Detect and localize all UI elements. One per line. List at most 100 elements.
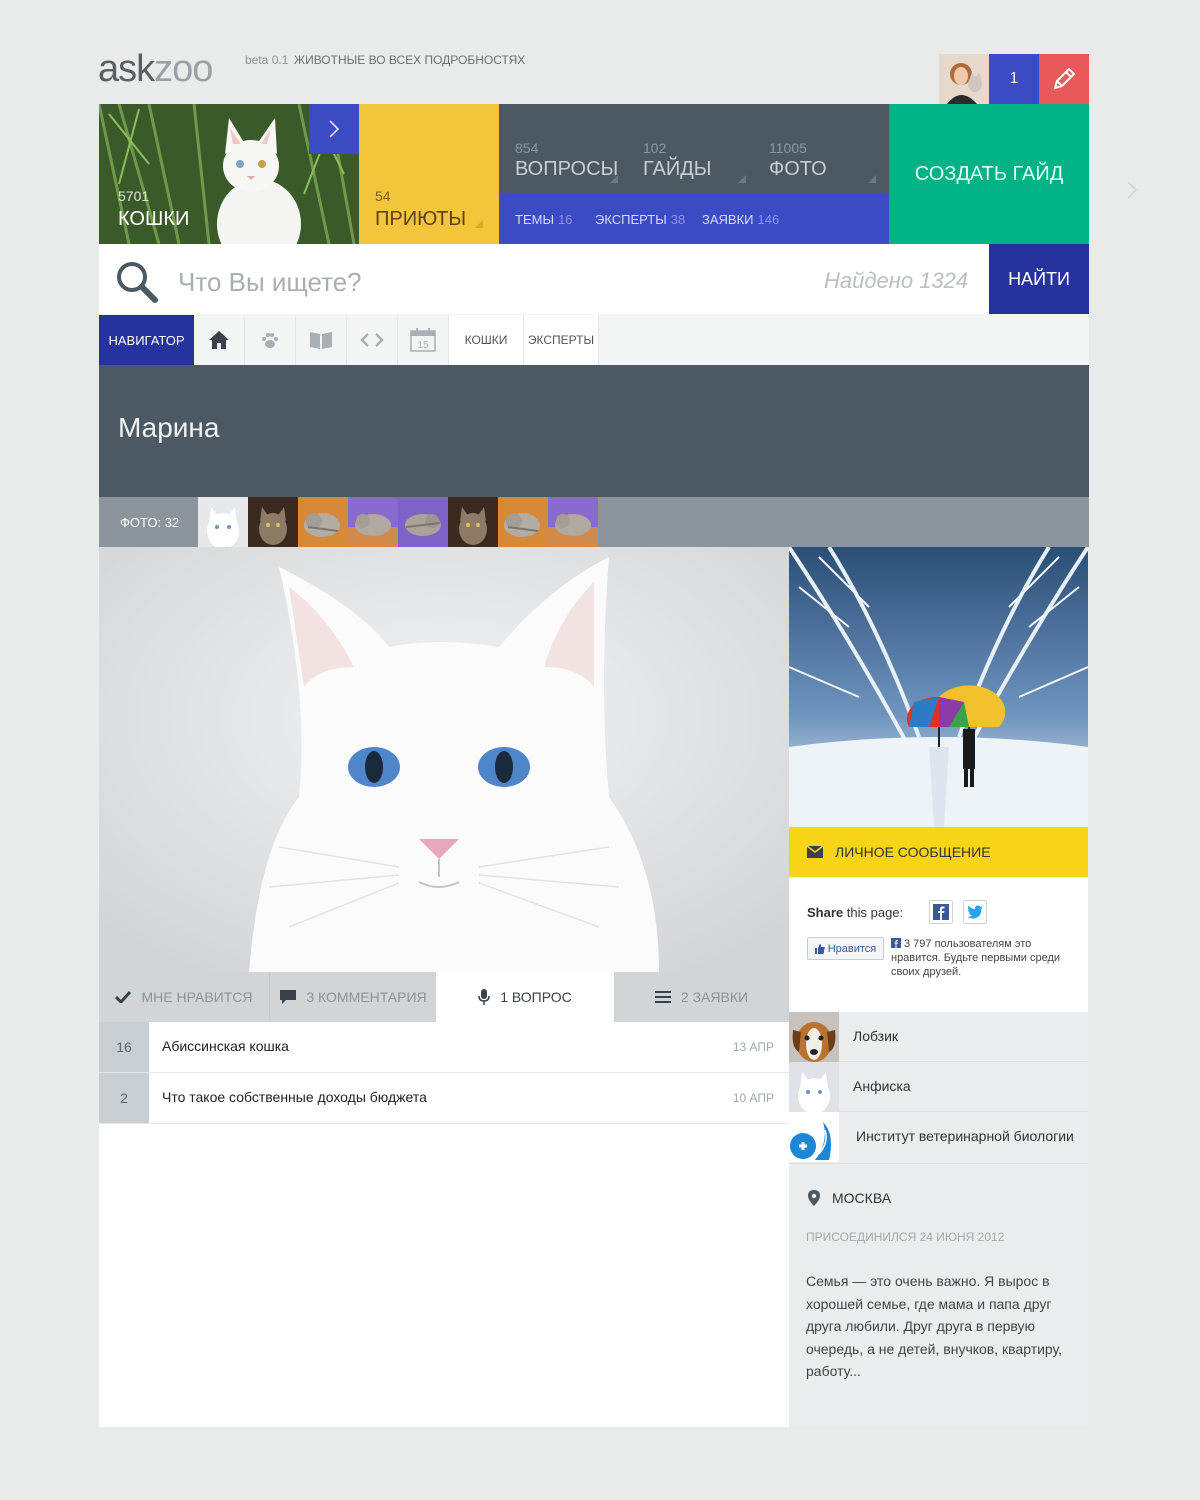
sub-link-label: ТЕМЫ bbox=[515, 212, 554, 227]
create-guide-button[interactable]: СОЗДАТЬ ГАЙД bbox=[889, 104, 1089, 244]
main-photo[interactable] bbox=[99, 547, 789, 972]
photo-count[interactable]: ФОТО: 32 bbox=[120, 515, 179, 530]
question-row[interactable]: 2 Что такое собственные доходы бюджета 1… bbox=[99, 1073, 789, 1124]
navigator-label: НАВИГАТОР bbox=[99, 315, 202, 365]
stat-label: ВОПРОСЫ bbox=[515, 158, 619, 180]
tab-label: 3 КОММЕНТАРИЯ bbox=[306, 989, 427, 1005]
share-rest: this page: bbox=[846, 905, 904, 920]
question-row[interactable]: 16 Абиссинская кошка 13 АПР bbox=[99, 1022, 789, 1073]
sub-link-topics[interactable]: ТЕМЫ 16 bbox=[515, 212, 572, 227]
tagline: ЖИВОТНЫЕ ВО ВСЕХ ПОДРОБНОСТЯХ bbox=[294, 53, 526, 67]
tab-label: 1 ВОПРОС bbox=[500, 989, 572, 1005]
stat-photos[interactable]: 11005 ФОТО bbox=[769, 140, 827, 181]
chevron-right-icon[interactable] bbox=[309, 104, 359, 154]
sub-link-count: 38 bbox=[670, 212, 686, 227]
corner-triangle-icon bbox=[475, 220, 483, 228]
question-date: 10 АПР bbox=[732, 1091, 774, 1105]
search-button[interactable]: НАЙТИ bbox=[989, 244, 1089, 314]
friend-avatar bbox=[789, 1012, 839, 1062]
map-pin-icon bbox=[808, 1190, 820, 1206]
photo-thumb[interactable] bbox=[348, 497, 398, 547]
tab-comments[interactable]: 3 КОММЕНТАРИЯ bbox=[271, 972, 436, 1022]
nav-link-experts[interactable]: ЭКСПЕРТЫ bbox=[524, 315, 599, 365]
stat-label: ГАЙДЫ bbox=[643, 158, 712, 180]
like-label: Нравится bbox=[827, 942, 877, 955]
like-count-text: 3 797 пользователям это нравится. Будьте… bbox=[891, 937, 1081, 979]
like-text: 3 797 пользователям это нравится. Будьте… bbox=[891, 938, 1061, 978]
friend-avatar bbox=[789, 1062, 839, 1112]
beta-label: beta 0.1 bbox=[245, 53, 289, 67]
stat-guides[interactable]: 102 ГАЙДЫ bbox=[643, 140, 711, 181]
question-title[interactable]: Что такое собственные доходы бюджета bbox=[162, 1089, 427, 1105]
calendar-icon[interactable]: 15 bbox=[398, 315, 449, 365]
microphone-icon bbox=[478, 989, 490, 1005]
sub-link-experts[interactable]: ЭКСПЕРТЫ 38 bbox=[595, 212, 685, 227]
thumbs-up-icon bbox=[814, 943, 825, 954]
pencil-icon[interactable] bbox=[1039, 54, 1089, 104]
profile-cover-photo[interactable] bbox=[789, 547, 1088, 827]
profile-name: Марина bbox=[118, 412, 220, 443]
friend-name: Анфиска bbox=[853, 1078, 911, 1094]
corner-triangle-icon bbox=[610, 175, 618, 183]
location-text: МОСКВА bbox=[832, 1190, 892, 1206]
location: МОСКВА bbox=[808, 1190, 891, 1206]
search-icon bbox=[115, 260, 159, 309]
photo-thumb[interactable] bbox=[248, 497, 298, 547]
stat-count: 102 bbox=[643, 140, 667, 156]
friend-name: Институт ветеринарной биологии bbox=[856, 1128, 1074, 1144]
tab-questions[interactable]: 1 ВОПРОС bbox=[436, 972, 614, 1022]
photo-thumb[interactable] bbox=[448, 497, 498, 547]
private-message-button[interactable]: ЛИЧНОЕ СООБЩЕНИЕ bbox=[789, 827, 1088, 877]
book-icon[interactable] bbox=[296, 315, 347, 365]
tab-label: 2 ЗАЯВКИ bbox=[680, 989, 749, 1005]
logo[interactable]: askzoo bbox=[98, 48, 213, 91]
comment-icon bbox=[280, 990, 297, 1004]
friend-name: Лобзик bbox=[853, 1028, 899, 1044]
friend-item[interactable]: Лобзик bbox=[789, 1012, 1088, 1062]
chevron-right-icon[interactable] bbox=[1126, 180, 1138, 205]
sub-link-count: 146 bbox=[757, 212, 780, 227]
results-count: Найдено 1324 bbox=[824, 268, 969, 293]
sub-link-requests[interactable]: ЗАЯВКИ 146 bbox=[702, 212, 779, 227]
stat-label: ФОТО bbox=[769, 158, 827, 180]
tab-label: МНЕ НРАВИТСЯ bbox=[141, 989, 253, 1005]
stat-count: 854 bbox=[515, 140, 539, 156]
code-icon[interactable] bbox=[347, 315, 398, 365]
stat-count: 11005 bbox=[769, 140, 807, 156]
envelope-icon bbox=[807, 846, 823, 858]
notifications-counter[interactable]: 1 bbox=[989, 54, 1039, 104]
tab-requests[interactable]: 2 ЗАЯВКИ bbox=[614, 972, 789, 1022]
twitter-icon[interactable] bbox=[963, 900, 987, 924]
paw-icon[interactable] bbox=[245, 315, 296, 365]
stat-questions[interactable]: 854 ВОПРОСЫ bbox=[515, 140, 618, 181]
corner-triangle-icon bbox=[868, 175, 876, 183]
facebook-icon bbox=[891, 938, 901, 948]
cats-label: КОШКИ bbox=[118, 208, 190, 230]
sub-link-label: ЭКСПЕРТЫ bbox=[595, 212, 667, 227]
friend-item[interactable]: Анфиска bbox=[789, 1062, 1088, 1112]
question-title[interactable]: Абиссинская кошка bbox=[162, 1038, 289, 1054]
share-label: Share this page: bbox=[807, 905, 903, 920]
question-votes: 2 bbox=[99, 1073, 149, 1123]
nav-link-cats[interactable]: КОШКИ bbox=[449, 315, 524, 365]
tile-stats: 854 ВОПРОСЫ 102 ГАЙДЫ 11005 ФОТО bbox=[499, 104, 889, 194]
profile-header bbox=[99, 365, 1089, 497]
share-bold: Share bbox=[807, 905, 844, 920]
facebook-like-button[interactable]: Нравится bbox=[807, 937, 884, 960]
photo-thumb[interactable] bbox=[198, 497, 248, 547]
tab-likes[interactable]: МНЕ НРАВИТСЯ bbox=[99, 972, 270, 1022]
profile-bio: Семья — это очень важно. Я вырос в хорош… bbox=[806, 1273, 1063, 1379]
sub-link-label: ЗАЯВКИ bbox=[702, 212, 754, 227]
search-input[interactable] bbox=[178, 262, 778, 302]
join-date: ПРИСОЕДИНИЛСЯ 24 ИЮНЯ 2012 bbox=[806, 1230, 1005, 1244]
friend-item[interactable]: Институт ветеринарной биологии bbox=[789, 1112, 1088, 1164]
photo-thumb[interactable] bbox=[498, 497, 548, 547]
user-avatar[interactable] bbox=[939, 54, 989, 104]
facebook-icon[interactable] bbox=[929, 900, 953, 924]
photo-thumb[interactable] bbox=[298, 497, 348, 547]
photo-thumb[interactable] bbox=[398, 497, 448, 547]
photo-thumb[interactable] bbox=[548, 497, 598, 547]
home-icon[interactable] bbox=[194, 315, 245, 365]
sub-link-count: 16 bbox=[557, 212, 573, 227]
tile-shelters[interactable]: 54 ПРИЮТЫ bbox=[359, 104, 499, 244]
